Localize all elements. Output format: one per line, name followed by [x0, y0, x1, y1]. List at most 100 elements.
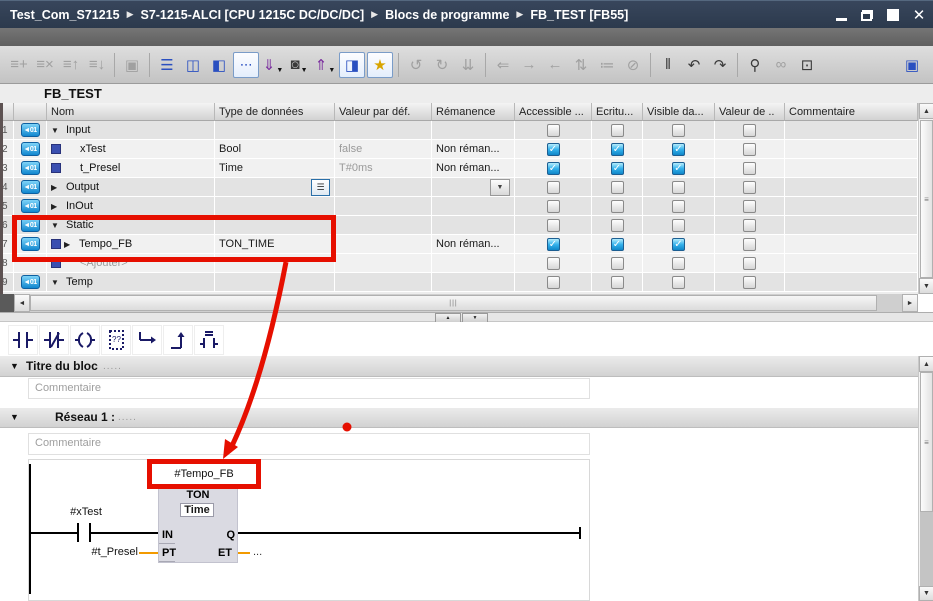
scroll-track[interactable]	[920, 512, 933, 586]
breadcrumb-item[interactable]: FB_TEST [FB55]	[530, 8, 628, 22]
add-row-icon[interactable]: ≡+	[7, 53, 31, 77]
column-header[interactable]: Commentaire	[785, 103, 918, 121]
delete-row-icon[interactable]: ≡×	[33, 53, 57, 77]
reload-action-icon[interactable]: ↻	[430, 53, 454, 77]
find-replace-icon[interactable]: ⚲	[743, 53, 767, 77]
table-row[interactable]: 7◄01▶Tempo_FBTON_TIMENon réman...✓✓✓	[0, 235, 918, 254]
name-cell[interactable]: ▶InOut	[47, 197, 215, 216]
accessible-checkbox[interactable]	[547, 124, 560, 137]
table-row[interactable]: 6◄01▼Static	[0, 216, 918, 235]
name-cell[interactable]: ▼Temp	[47, 273, 215, 292]
load-start-values-icon[interactable]: ⇓▼	[261, 53, 285, 77]
scroll-thumb[interactable]: ≡	[920, 372, 933, 512]
retain-dropdown[interactable]: ▼	[490, 179, 510, 196]
retain-cell[interactable]	[432, 121, 515, 140]
visible-checkbox[interactable]	[672, 219, 685, 232]
absolute-operands-icon[interactable]: ≔	[595, 53, 619, 77]
insert-row-below-icon[interactable]: ≡↓	[85, 53, 109, 77]
datatype-cell[interactable]: ☰	[215, 178, 335, 197]
accessible-checkbox[interactable]	[547, 276, 560, 289]
accessible-checkbox[interactable]	[547, 181, 560, 194]
default-value-cell[interactable]	[335, 254, 432, 273]
normally-closed-contact-button[interactable]	[39, 325, 69, 355]
variable-name[interactable]: InOut	[66, 200, 93, 212]
setpoint-checkbox[interactable]	[743, 124, 756, 137]
comment-cell[interactable]	[785, 273, 918, 292]
scroll-right-button[interactable]: ►	[902, 294, 918, 312]
visible-checkbox[interactable]: ✓	[672, 143, 685, 156]
setpoint-checkbox[interactable]	[743, 181, 756, 194]
pin-in-label[interactable]: IN	[162, 529, 173, 541]
close-branch-button[interactable]	[163, 325, 193, 355]
setpoint-checkbox[interactable]	[743, 143, 756, 156]
datatype-cell[interactable]	[215, 121, 335, 140]
collapse-arrow-icon[interactable]: ▼	[10, 361, 19, 371]
coil-button[interactable]	[70, 325, 100, 355]
scroll-down-button[interactable]: ▼	[919, 278, 933, 294]
previous-bookmark-icon[interactable]: ↶	[682, 53, 706, 77]
breadcrumb-item[interactable]: Blocs de programme	[385, 8, 509, 22]
snapshot-icon[interactable]: ◙▼	[287, 53, 311, 77]
retain-cell[interactable]: ▼	[432, 178, 515, 197]
default-value-cell[interactable]: false	[335, 140, 432, 159]
restore-button[interactable]	[859, 7, 875, 23]
default-value-cell[interactable]	[335, 235, 432, 254]
name-cell[interactable]: <Ajouter>	[47, 254, 215, 273]
default-value-cell[interactable]	[335, 216, 432, 235]
expand-arrow-icon[interactable]: ▶	[51, 202, 63, 211]
expand-all-members-icon[interactable]: ☰	[155, 53, 179, 77]
open-branch-button[interactable]	[132, 325, 162, 355]
breadcrumb-item[interactable]: S7-1215-ALCI [CPU 1215C DC/DC/DC]	[140, 8, 364, 22]
column-header[interactable]: Valeur de ..	[715, 103, 785, 121]
pane-layout-top-icon[interactable]: ◫	[181, 53, 205, 77]
default-value-cell[interactable]	[335, 178, 432, 197]
default-value-cell[interactable]: T#0ms	[335, 159, 432, 178]
comment-cell[interactable]	[785, 178, 918, 197]
visible-checkbox[interactable]	[672, 257, 685, 270]
retain-cell[interactable]: Non réman...	[432, 235, 515, 254]
scroll-thumb[interactable]: ≡	[920, 120, 933, 278]
retain-cell[interactable]: Non réman...	[432, 159, 515, 178]
network-canvas[interactable]	[28, 459, 590, 601]
comment-cell[interactable]	[785, 235, 918, 254]
writable-checkbox[interactable]	[611, 181, 624, 194]
apply-snapshot-icon[interactable]: ⇑▼	[313, 53, 337, 77]
comment-cell[interactable]	[785, 140, 918, 159]
visible-checkbox[interactable]	[672, 181, 685, 194]
datatype-cell[interactable]	[215, 197, 335, 216]
accessible-checkbox[interactable]: ✓	[547, 162, 560, 175]
scroll-left-button[interactable]: ◄	[14, 294, 30, 312]
table-row[interactable]: 1◄01▼Input	[0, 121, 918, 140]
accessible-checkbox[interactable]: ✓	[547, 238, 560, 251]
free-comments-icon[interactable]: ⊘	[621, 53, 645, 77]
contact-left-bar[interactable]	[77, 523, 79, 542]
table-row[interactable]: 2◄01xTestBoolfalseNon réman...✓✓✓	[0, 140, 918, 159]
writable-checkbox[interactable]	[611, 257, 624, 270]
monitor-all-icon[interactable]: ◨	[339, 52, 365, 78]
block-comment-field[interactable]: Commentaire	[28, 378, 590, 399]
pin-et-label[interactable]: ET	[206, 547, 232, 559]
retain-cell[interactable]	[432, 216, 515, 235]
maximize-button[interactable]	[885, 7, 901, 23]
column-header[interactable]: Rémanence	[432, 103, 515, 121]
next-bookmark-icon[interactable]: ↷	[708, 53, 732, 77]
setpoint-checkbox[interactable]	[743, 238, 756, 251]
comment-cell[interactable]	[785, 159, 918, 178]
table-row[interactable]: 4◄01▶Output☰▼	[0, 178, 918, 197]
column-header[interactable]: Type de données	[215, 103, 335, 121]
instance-name-label[interactable]: #Tempo_FB	[152, 464, 256, 487]
expand-arrow-icon[interactable]: ▶	[51, 183, 63, 192]
compare-box-button[interactable]	[194, 325, 224, 355]
writable-checkbox[interactable]: ✓	[611, 143, 624, 156]
scroll-down-button[interactable]: ▼	[919, 586, 933, 601]
visible-checkbox[interactable]	[672, 200, 685, 213]
setpoint-checkbox[interactable]	[743, 200, 756, 213]
variable-name[interactable]: Output	[66, 181, 99, 193]
setpoint-checkbox[interactable]	[743, 219, 756, 232]
expand-arrow-icon[interactable]: ▼	[51, 126, 63, 135]
insert-row-above-icon[interactable]: ≡↑	[59, 53, 83, 77]
know-how-protection-icon[interactable]: ⊡	[795, 53, 819, 77]
normally-open-contact-button[interactable]	[8, 325, 38, 355]
favorites-star-icon[interactable]: ★	[367, 52, 393, 78]
column-header[interactable]: Valeur par déf.	[335, 103, 432, 121]
